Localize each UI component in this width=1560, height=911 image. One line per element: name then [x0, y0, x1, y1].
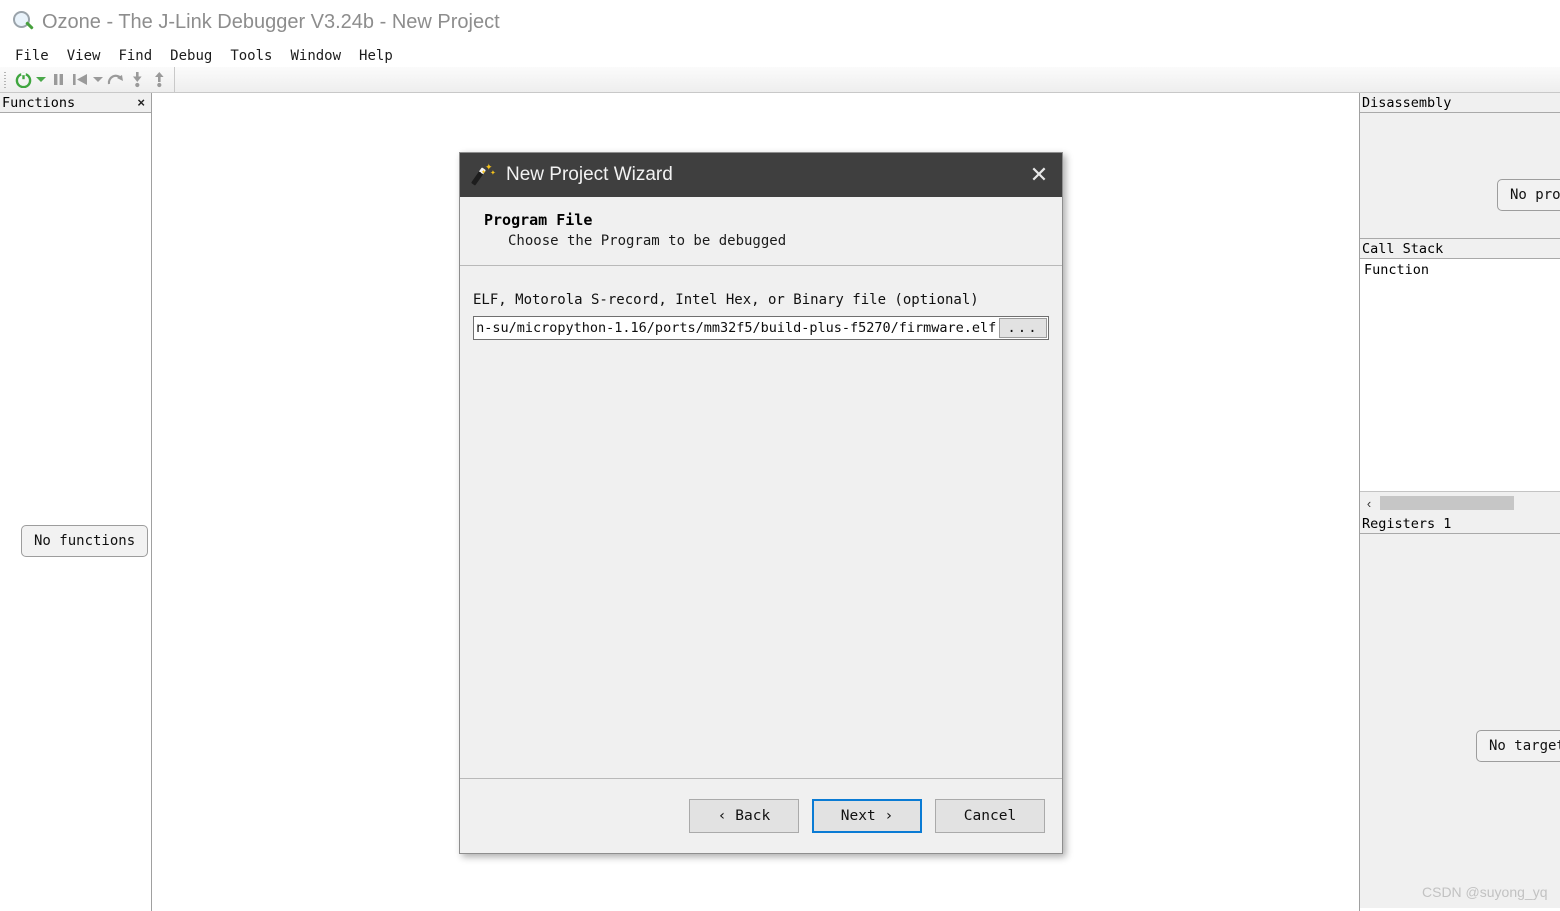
pause-icon — [53, 74, 63, 85]
reset-button[interactable] — [69, 69, 91, 91]
registers-panel-body: No target — [1360, 534, 1560, 908]
scrollbar-thumb[interactable] — [1380, 496, 1514, 510]
menu-item-find[interactable]: Find — [109, 47, 161, 65]
disassembly-empty-state: No prog — [1497, 179, 1560, 211]
step-over-button[interactable] — [104, 69, 126, 91]
reset-dropdown[interactable] — [91, 69, 104, 91]
call-stack-hscrollbar[interactable]: ‹ — [1360, 491, 1560, 514]
close-icon[interactable]: ✕ — [1022, 158, 1056, 192]
step-into-icon — [132, 72, 142, 88]
menubar: File View Find Debug Tools Window Help — [0, 44, 1560, 67]
dialog-step-subtitle: Choose the Program to be debugged — [508, 233, 787, 249]
registers-panel-title: Registers 1 — [1362, 515, 1452, 532]
right-dock: Disassembly No prog Call Stack Function … — [1359, 93, 1560, 911]
window-title: Ozone - The J-Link Debugger V3.24b - New… — [42, 10, 500, 33]
call-stack-panel-title: Call Stack — [1362, 240, 1444, 257]
call-stack-panel-header: Call Stack — [1360, 239, 1560, 259]
reset-icon — [72, 74, 87, 85]
step-into-button[interactable] — [126, 69, 148, 91]
call-stack-column-function: Function — [1364, 262, 1430, 278]
call-stack-panel-body: Function — [1360, 259, 1560, 491]
magic-wand-icon: ✦ ✦ ✦ — [471, 164, 496, 186]
dialog-footer: ‹ Back Next › Cancel — [460, 779, 1062, 853]
chevron-down-icon — [35, 77, 46, 82]
menu-item-file[interactable]: File — [6, 47, 58, 65]
power-button[interactable] — [12, 69, 34, 91]
menu-item-help[interactable]: Help — [350, 47, 402, 65]
functions-empty-state: No functions — [21, 525, 149, 557]
disassembly-panel-title: Disassembly — [1362, 94, 1452, 111]
cancel-button[interactable]: Cancel — [935, 799, 1045, 833]
disassembly-panel-body: No prog — [1360, 113, 1560, 239]
functions-panel-body: No functions — [0, 113, 151, 911]
step-over-icon — [107, 74, 123, 85]
browse-button[interactable]: ... — [999, 318, 1047, 338]
functions-panel-header: Functions × — [0, 93, 151, 113]
disassembly-panel-header: Disassembly — [1360, 93, 1560, 113]
toolbar-separator — [174, 66, 175, 93]
dialog-body: ELF, Motorola S-record, Intel Hex, or Bi… — [460, 266, 1062, 779]
power-icon — [15, 72, 31, 88]
main-toolbar — [0, 66, 1560, 93]
chevron-down-icon — [92, 77, 103, 82]
close-icon[interactable]: × — [135, 96, 147, 109]
menu-item-debug[interactable]: Debug — [161, 47, 221, 65]
program-file-field-row: ... — [473, 316, 1049, 340]
registers-empty-state: No target — [1476, 730, 1560, 762]
menu-item-tools[interactable]: Tools — [221, 47, 281, 65]
dialog-step-header: Program File Choose the Program to be de… — [460, 197, 1062, 266]
program-file-label: ELF, Motorola S-record, Intel Hex, or Bi… — [473, 292, 979, 308]
functions-panel-title: Functions — [2, 94, 76, 111]
power-dropdown[interactable] — [34, 69, 47, 91]
dialog-titlebar: ✦ ✦ ✦ New Project Wizard ✕ — [460, 153, 1062, 197]
magnifier-icon — [10, 9, 36, 35]
chevron-left-icon[interactable]: ‹ — [1360, 493, 1378, 513]
no-target-label: No target — [1476, 730, 1560, 762]
application-window: Ozone - The J-Link Debugger V3.24b - New… — [0, 0, 1560, 911]
registers-panel-header: Registers 1 — [1360, 514, 1560, 534]
program-file-input[interactable] — [474, 317, 998, 339]
next-button[interactable]: Next › — [812, 799, 922, 833]
step-out-button[interactable] — [148, 69, 170, 91]
dialog-title: New Project Wizard — [506, 164, 673, 185]
no-functions-label: No functions — [21, 525, 149, 557]
watermark: CSDN @suyong_yq — [1422, 884, 1548, 900]
back-button[interactable]: ‹ Back — [689, 799, 799, 833]
menu-item-view[interactable]: View — [58, 47, 110, 65]
dialog-step-title: Program File — [484, 211, 593, 229]
new-project-wizard-dialog: ✦ ✦ ✦ New Project Wizard ✕ Program File … — [459, 152, 1063, 854]
window-titlebar: Ozone - The J-Link Debugger V3.24b - New… — [0, 0, 1560, 44]
menu-item-window[interactable]: Window — [281, 47, 350, 65]
functions-panel: Functions × No functions — [0, 93, 152, 911]
step-out-icon — [154, 72, 164, 88]
pause-button[interactable] — [47, 69, 69, 91]
no-program-label: No prog — [1497, 179, 1560, 211]
toolbar-grip[interactable] — [2, 69, 9, 90]
